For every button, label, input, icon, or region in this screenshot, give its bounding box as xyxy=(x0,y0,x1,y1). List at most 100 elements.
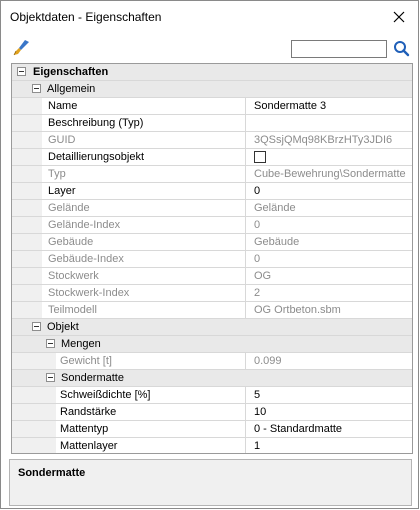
property-value: 2 xyxy=(254,287,261,299)
edit-brush-button[interactable] xyxy=(11,38,33,58)
row-gutter xyxy=(12,438,56,453)
collapse-icon[interactable] xyxy=(46,373,55,382)
property-row-stockwerk: Stockwerk OG xyxy=(12,268,412,285)
detaillierungsobjekt-checkbox[interactable] xyxy=(254,151,266,163)
collapse-icon[interactable] xyxy=(46,339,55,348)
category-label: Allgemein xyxy=(47,83,96,95)
property-value-cell: OG Ortbeton.sbm xyxy=(246,302,412,318)
category-label: Mengen xyxy=(61,338,101,350)
row-gutter xyxy=(12,404,56,420)
category-label: Sondermatte xyxy=(61,372,124,384)
property-row-detaillierungsobjekt[interactable]: Detaillierungsobjekt xyxy=(12,149,412,166)
category-sondermatte[interactable]: Sondermatte xyxy=(12,370,412,387)
property-value[interactable]: 0 - Standardmatte xyxy=(254,423,342,435)
property-value-cell[interactable]: 5 xyxy=(246,387,412,403)
property-label: GUID xyxy=(48,134,76,146)
title-bar: Objektdaten - Eigenschaften xyxy=(1,1,418,33)
property-row-randstaerke[interactable]: Randstärke 10 xyxy=(12,404,412,421)
property-row-name[interactable]: Name Sondermatte 3 xyxy=(12,98,412,115)
property-value-cell: Cube-Bewehrung\Sondermatte xyxy=(246,166,412,182)
property-value-cell[interactable] xyxy=(246,115,412,131)
property-value[interactable]: 10 xyxy=(254,406,266,418)
row-gutter xyxy=(12,353,56,369)
property-value-cell[interactable]: 1 xyxy=(246,438,412,453)
property-value[interactable]: 5 xyxy=(254,389,260,401)
row-gutter xyxy=(12,251,42,267)
collapse-icon[interactable] xyxy=(32,322,41,331)
search-input[interactable] xyxy=(291,40,387,58)
property-label: Mattentyp xyxy=(60,423,109,435)
property-row-beschreibung[interactable]: Beschreibung (Typ) xyxy=(12,115,412,132)
property-label: Gebäude-Index xyxy=(48,253,124,265)
collapse-icon[interactable] xyxy=(32,84,41,93)
toolbar xyxy=(1,34,418,62)
category-label: Objekt xyxy=(47,321,79,333)
property-value: OG xyxy=(254,270,272,282)
property-label: Detaillierungsobjekt xyxy=(48,151,144,163)
property-name-cell: Typ xyxy=(42,166,246,182)
property-label: Gewicht [t] xyxy=(60,355,112,367)
property-value[interactable]: 1 xyxy=(254,440,260,452)
row-gutter xyxy=(12,115,42,131)
property-value-cell[interactable]: 0 - Standardmatte xyxy=(246,421,412,437)
category-allgemein[interactable]: Allgemein xyxy=(12,81,412,98)
property-row-gelaende-index: Gelände-Index 0 xyxy=(12,217,412,234)
property-row-gebaeude-index: Gebäude-Index 0 xyxy=(12,251,412,268)
property-value-cell[interactable]: Sondermatte 3 xyxy=(246,98,412,114)
property-label: Gelände-Index xyxy=(48,219,121,231)
property-row-gelaende: Gelände Gelände xyxy=(12,200,412,217)
collapse-icon[interactable] xyxy=(17,67,26,76)
category-eigenschaften[interactable]: Eigenschaften xyxy=(12,64,412,81)
property-label: Stockwerk-Index xyxy=(48,287,130,299)
property-name-cell: Stockwerk-Index xyxy=(42,285,246,301)
property-value[interactable]: Sondermatte 3 xyxy=(254,100,326,112)
row-gutter xyxy=(12,183,42,199)
property-row-mattentyp[interactable]: Mattentyp 0 - Standardmatte xyxy=(12,421,412,438)
property-row-typ: Typ Cube-Bewehrung\Sondermatte xyxy=(12,166,412,183)
property-name-cell: Schweißdichte [%] xyxy=(56,387,246,403)
brush-icon xyxy=(13,40,29,56)
property-label: Schweißdichte [%] xyxy=(60,389,151,401)
property-name-cell: Gelände-Index xyxy=(42,217,246,233)
property-value: Cube-Bewehrung\Sondermatte xyxy=(254,168,406,180)
property-label: Mattenlayer xyxy=(60,440,118,452)
property-row-layer[interactable]: Layer 0 xyxy=(12,183,412,200)
property-row-guid: GUID 3QSsjQMq98KBrzHTy3JDI6 xyxy=(12,132,412,149)
search-button[interactable] xyxy=(392,39,410,59)
category-objekt[interactable]: Objekt xyxy=(12,319,412,336)
property-row-teilmodell: Teilmodell OG Ortbeton.sbm xyxy=(12,302,412,319)
property-label: Typ xyxy=(48,168,66,180)
property-value-cell[interactable]: 0 xyxy=(246,183,412,199)
category-mengen[interactable]: Mengen xyxy=(12,336,412,353)
property-label: Gelände xyxy=(48,202,90,214)
property-value-cell: OG xyxy=(246,268,412,284)
row-gutter xyxy=(12,234,42,250)
property-row-schweissdichte[interactable]: Schweißdichte [%] 5 xyxy=(12,387,412,404)
property-value: Gelände xyxy=(254,202,296,214)
property-name-cell: Gebäude-Index xyxy=(42,251,246,267)
property-row-mattenlayer[interactable]: Mattenlayer 1 xyxy=(12,438,412,453)
property-value[interactable]: 0 xyxy=(254,185,260,197)
property-value-cell: 3QSsjQMq98KBrzHTy3JDI6 xyxy=(246,132,412,148)
property-value-cell[interactable] xyxy=(246,149,412,165)
close-button[interactable] xyxy=(380,1,418,33)
property-value-cell: Gebäude xyxy=(246,234,412,250)
property-row-gewicht: Gewicht [t] 0.099 xyxy=(12,353,412,370)
property-label: Name xyxy=(48,100,78,112)
category-label: Eigenschaften xyxy=(33,66,109,78)
property-name-cell: Name xyxy=(42,98,246,114)
property-name-cell: Teilmodell xyxy=(42,302,246,318)
property-value: 0 xyxy=(254,219,261,231)
property-name-cell: Gelände xyxy=(42,200,246,216)
property-label: Stockwerk xyxy=(48,270,99,282)
property-value-cell: 0 xyxy=(246,217,412,233)
row-gutter xyxy=(12,268,42,284)
row-gutter xyxy=(12,98,42,114)
property-value-cell: 0 xyxy=(246,251,412,267)
property-label: Teilmodell xyxy=(48,304,97,316)
property-value-cell[interactable]: 10 xyxy=(246,404,412,420)
property-name-cell: Stockwerk xyxy=(42,268,246,284)
property-label: Beschreibung (Typ) xyxy=(48,117,144,129)
property-value-cell: 0.099 xyxy=(246,353,412,369)
search-icon xyxy=(394,41,410,57)
